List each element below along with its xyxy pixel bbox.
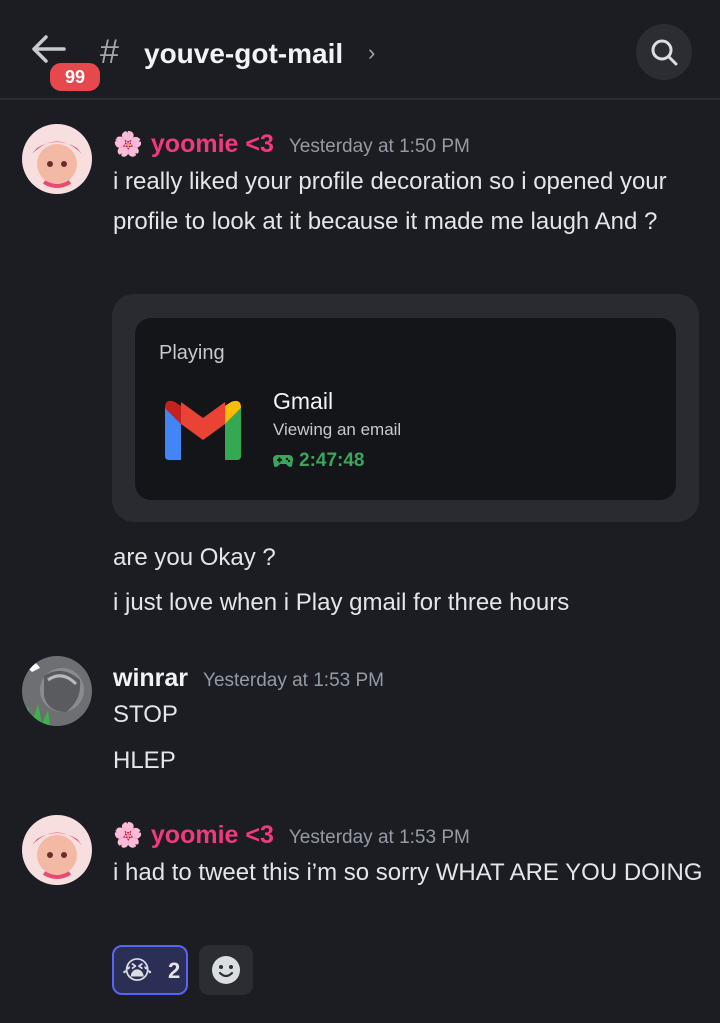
channel-header: 99 # youve-got-mail › [0, 0, 720, 100]
reaction-count: 2 [168, 958, 181, 983]
flower-icon: 🌸 [113, 131, 143, 158]
gamepad-icon [273, 455, 293, 467]
avatar[interactable] [22, 124, 92, 194]
activity-card: Playing Gmail Viewing an email 2:47:48 [135, 318, 676, 500]
chevron-right-icon[interactable]: › [368, 40, 375, 66]
activity-app-name: Gmail [273, 388, 334, 414]
smiley-icon [212, 956, 240, 984]
search-button[interactable] [636, 24, 692, 80]
timestamp: Yesterday at 1:50 PM [288, 136, 470, 157]
message-text: i had to tweet this i’m so sorry WHAT AR… [113, 859, 703, 886]
message-text: i just love when i Play gmail for three … [113, 589, 570, 616]
elapsed-time: 2:47:48 [299, 450, 365, 471]
channel-hash-icon: # [100, 33, 119, 71]
message-meta: 🌸 yoomie <3 Yesterday at 1:53 PM [113, 821, 470, 850]
avatar[interactable] [22, 815, 92, 885]
message-text: are you Okay ? [113, 544, 276, 571]
username[interactable]: winrar [113, 664, 188, 693]
reaction-chip[interactable]: 😭 2 [112, 945, 188, 995]
activity-elapsed: 2:47:48 [273, 450, 365, 472]
message-meta: 🌸 yoomie <3 Yesterday at 1:50 PM [113, 130, 470, 159]
message-text: i really liked your profile decoration s… [113, 168, 667, 235]
search-icon [651, 39, 678, 66]
crying-face-icon: 😭 [122, 955, 153, 985]
username[interactable]: yoomie <3 [151, 821, 274, 850]
timestamp: Yesterday at 1:53 PM [288, 827, 470, 848]
unread-badge: 99 [47, 60, 103, 94]
gmail-icon [165, 400, 241, 460]
username[interactable]: yoomie <3 [151, 130, 274, 159]
activity-heading: Playing [159, 342, 225, 364]
add-reaction-button[interactable] [199, 945, 253, 995]
message-meta: winrar Yesterday at 1:53 PM [113, 664, 384, 693]
avatar[interactable] [22, 656, 92, 726]
activity-detail: Viewing an email [273, 420, 402, 439]
activity-embed[interactable]: Playing Gmail Viewing an email 2:47:48 [112, 294, 699, 522]
channel-name[interactable]: youve-got-mail [144, 38, 343, 70]
timestamp: Yesterday at 1:53 PM [203, 670, 384, 691]
flower-icon: 🌸 [113, 822, 143, 849]
message-text: STOP [113, 701, 178, 728]
message-text: HLEP [113, 747, 176, 774]
